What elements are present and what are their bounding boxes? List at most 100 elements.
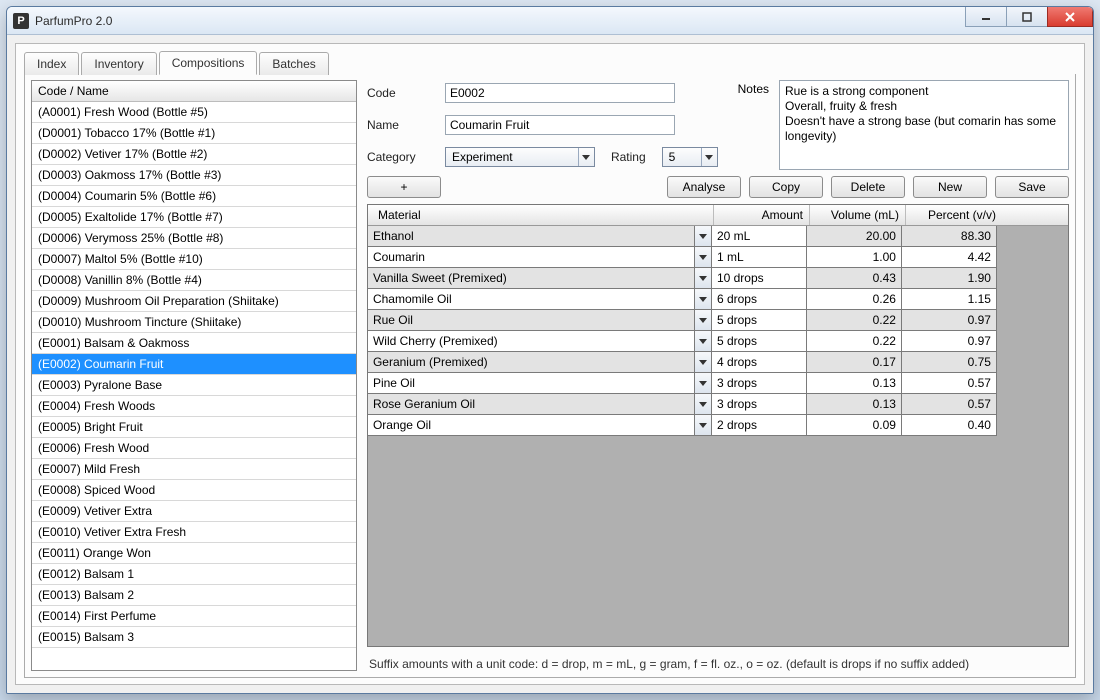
volume-cell: 0.22 [806,309,902,331]
material-dropdown[interactable] [694,414,712,436]
col-material[interactable]: Material [368,205,714,225]
material-cell[interactable]: Ethanol [368,226,695,247]
list-item[interactable]: (E0015) Balsam 3 [32,627,356,648]
tab-index[interactable]: Index [24,52,79,75]
list-item[interactable]: (D0010) Mushroom Tincture (Shiitake) [32,312,356,333]
material-dropdown[interactable] [694,226,712,247]
name-field[interactable] [445,115,675,135]
table-row: Vanilla Sweet (Premixed)10 drops0.431.90 [368,268,1068,289]
amount-cell[interactable]: 4 drops [711,351,807,373]
list-item[interactable]: (E0012) Balsam 1 [32,564,356,585]
list-item[interactable]: (D0001) Tobacco 17% (Bottle #1) [32,123,356,144]
volume-cell: 0.13 [806,372,902,394]
form-area: Code Name Category Experiment [367,80,1069,170]
analyse-button[interactable]: Analyse [667,176,741,198]
amount-cell[interactable]: 3 drops [711,372,807,394]
material-dropdown[interactable] [694,246,712,268]
material-cell[interactable]: Wild Cherry (Premixed) [368,330,695,352]
window-title: ParfumPro 2.0 [35,14,112,28]
list-item[interactable]: (E0008) Spiced Wood [32,480,356,501]
list-item[interactable]: (E0002) Coumarin Fruit [32,354,356,375]
list-item[interactable]: (E0009) Vetiver Extra [32,501,356,522]
material-dropdown[interactable] [694,372,712,394]
col-volume[interactable]: Volume (mL) [810,205,906,225]
list-item[interactable]: (D0005) Exaltolide 17% (Bottle #7) [32,207,356,228]
list-item[interactable]: (D0003) Oakmoss 17% (Bottle #3) [32,165,356,186]
list-item[interactable]: (D0007) Maltol 5% (Bottle #10) [32,249,356,270]
amount-cell[interactable]: 2 drops [711,414,807,436]
list-item[interactable]: (E0011) Orange Won [32,543,356,564]
copy-button[interactable]: Copy [749,176,823,198]
amount-cell[interactable]: 1 mL [711,246,807,268]
category-select[interactable]: Experiment [445,147,595,167]
tab-batches[interactable]: Batches [259,52,328,75]
chevron-down-icon [701,148,717,166]
material-cell[interactable]: Vanilla Sweet (Premixed) [368,267,695,289]
table-row: Chamomile Oil6 drops0.261.15 [368,289,1068,310]
list-item[interactable]: (D0009) Mushroom Oil Preparation (Shiita… [32,291,356,312]
material-dropdown[interactable] [694,393,712,415]
list-item[interactable]: (E0013) Balsam 2 [32,585,356,606]
material-cell[interactable]: Geranium (Premixed) [368,351,695,373]
titlebar: P ParfumPro 2.0 [7,7,1093,35]
volume-cell: 0.43 [806,267,902,289]
material-dropdown[interactable] [694,288,712,310]
close-button[interactable] [1047,7,1093,27]
list-item[interactable]: (A0001) Fresh Wood (Bottle #5) [32,102,356,123]
list-header[interactable]: Code / Name [32,81,356,102]
materials-grid: Material Amount Volume (mL) Percent (v/v… [367,204,1069,647]
material-cell[interactable]: Pine Oil [368,372,695,394]
col-amount[interactable]: Amount [714,205,810,225]
rating-value: 5 [663,150,682,164]
amount-cell[interactable]: 10 drops [711,267,807,289]
grid-body[interactable]: Ethanol20 mL20.0088.30Coumarin1 mL1.004.… [368,226,1068,646]
composition-list: Code / Name (A0001) Fresh Wood (Bottle #… [31,80,357,671]
material-cell[interactable]: Chamomile Oil [368,288,695,310]
material-cell[interactable]: Orange Oil [368,414,695,436]
notes-field[interactable]: Rue is a strong component Overall, fruit… [779,80,1069,170]
list-item[interactable]: (E0001) Balsam & Oakmoss [32,333,356,354]
material-dropdown[interactable] [694,267,712,289]
delete-button[interactable]: Delete [831,176,905,198]
add-material-button[interactable]: + [367,176,441,198]
list-item[interactable]: (E0010) Vetiver Extra Fresh [32,522,356,543]
material-dropdown[interactable] [694,330,712,352]
amount-cell[interactable]: 5 drops [711,330,807,352]
save-button[interactable]: Save [995,176,1069,198]
amount-cell[interactable]: 5 drops [711,309,807,331]
amount-cell[interactable]: 3 drops [711,393,807,415]
col-percent[interactable]: Percent (v/v) [906,205,1002,225]
material-cell[interactable]: Rose Geranium Oil [368,393,695,415]
tab-body: Code / Name (A0001) Fresh Wood (Bottle #… [24,74,1076,678]
main-panel: IndexInventoryCompositionsBatches Code /… [15,43,1085,685]
category-label: Category [367,150,437,164]
list-scroll[interactable]: (A0001) Fresh Wood (Bottle #5)(D0001) To… [32,102,356,670]
list-item[interactable]: (E0006) Fresh Wood [32,438,356,459]
list-item[interactable]: (D0008) Vanillin 8% (Bottle #4) [32,270,356,291]
list-item[interactable]: (E0003) Pyralone Base [32,375,356,396]
material-cell[interactable]: Coumarin [368,246,695,268]
tab-inventory[interactable]: Inventory [81,52,156,75]
chevron-down-icon [578,148,594,166]
material-cell[interactable]: Rue Oil [368,309,695,331]
category-value: Experiment [446,150,519,164]
list-item[interactable]: (D0004) Coumarin 5% (Bottle #6) [32,186,356,207]
minimize-button[interactable] [965,7,1007,27]
tab-compositions[interactable]: Compositions [159,51,258,75]
rating-select[interactable]: 5 [662,147,718,167]
list-item[interactable]: (E0007) Mild Fresh [32,459,356,480]
material-dropdown[interactable] [694,309,712,331]
window-controls [966,7,1093,27]
list-item[interactable]: (E0005) Bright Fruit [32,417,356,438]
list-item[interactable]: (E0014) First Perfume [32,606,356,627]
maximize-button[interactable] [1006,7,1048,27]
material-dropdown[interactable] [694,351,712,373]
code-field[interactable] [445,83,675,103]
list-item[interactable]: (D0006) Verymoss 25% (Bottle #8) [32,228,356,249]
amount-cell[interactable]: 20 mL [711,226,807,247]
new-button[interactable]: New [913,176,987,198]
list-item[interactable]: (E0004) Fresh Woods [32,396,356,417]
amount-cell[interactable]: 6 drops [711,288,807,310]
percent-cell: 0.57 [901,393,997,415]
list-item[interactable]: (D0002) Vetiver 17% (Bottle #2) [32,144,356,165]
